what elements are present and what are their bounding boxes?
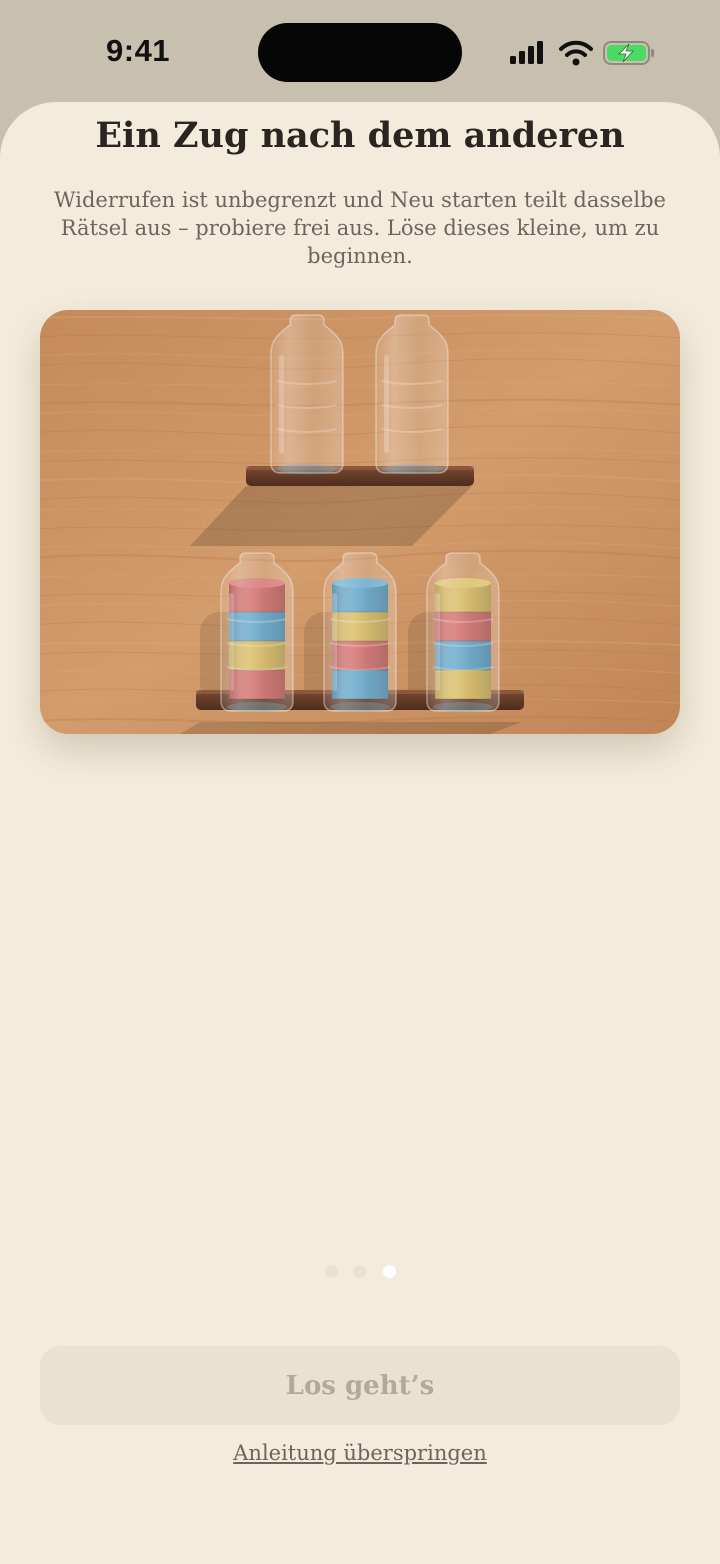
bottle-base <box>382 464 442 474</box>
dynamic-island <box>258 23 462 82</box>
battery-charging-icon <box>603 41 654 65</box>
bottle <box>220 552 294 712</box>
start-button[interactable]: Los geht’s <box>40 1346 680 1425</box>
page-dot-1[interactable] <box>325 1265 338 1278</box>
wifi-icon <box>559 40 593 66</box>
skip-tutorial-link[interactable]: Anleitung überspringen <box>0 1441 720 1465</box>
status-bar: 9:41 <box>0 0 720 100</box>
bottle-base <box>227 702 287 712</box>
page-subtitle: Widerrufen ist unbegrenzt und Neu starte… <box>54 188 666 268</box>
page-indicator <box>0 1265 720 1279</box>
bottle-highlight <box>384 355 389 453</box>
bottle-base <box>433 702 493 712</box>
bottle-highlight <box>435 593 440 691</box>
bottle <box>375 314 449 474</box>
puzzle-preview <box>40 310 680 734</box>
bottle-base <box>277 464 337 474</box>
signal-icon <box>510 41 543 64</box>
page-dot-2[interactable] <box>353 1265 366 1278</box>
bottle-highlight <box>332 593 337 691</box>
bottle-highlight <box>279 355 284 453</box>
puzzle-scene <box>40 310 680 734</box>
page-dot-3[interactable] <box>383 1265 396 1278</box>
bottle <box>426 552 500 712</box>
bottle <box>323 552 397 712</box>
page-title: Ein Zug nach dem anderen <box>95 115 625 156</box>
status-icons <box>510 40 654 66</box>
bottom-shelf-shadow <box>180 722 522 734</box>
status-time: 9:41 <box>106 33 171 68</box>
bottle <box>270 314 344 474</box>
bottle-base <box>330 702 390 712</box>
bottom-shelf <box>196 552 524 712</box>
bottle-highlight <box>229 593 234 691</box>
